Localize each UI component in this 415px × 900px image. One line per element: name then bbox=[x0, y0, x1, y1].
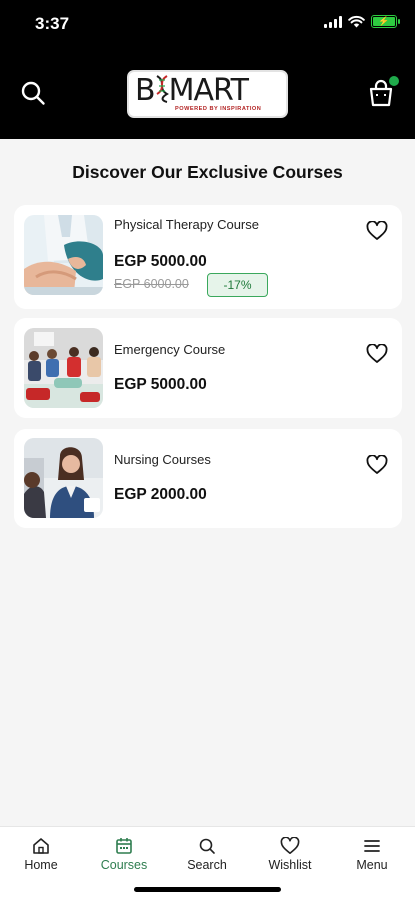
nav-wishlist[interactable]: Wishlist bbox=[255, 837, 325, 872]
nav-home[interactable]: Home bbox=[6, 837, 76, 872]
search-icon bbox=[199, 838, 215, 854]
course-card[interactable]: Emergency Course EGP 5000.00 bbox=[14, 318, 402, 418]
calendar-icon bbox=[116, 838, 132, 854]
course-card[interactable]: Physical Therapy Course EGP 5000.00 EGP … bbox=[14, 205, 402, 309]
heart-icon[interactable] bbox=[366, 221, 388, 241]
home-icon bbox=[33, 838, 49, 854]
emergency-training-photo bbox=[24, 328, 103, 408]
status-icons: ⚡ bbox=[324, 15, 400, 28]
nav-wishlist-label: Wishlist bbox=[268, 858, 312, 872]
course-price: EGP 2000.00 bbox=[114, 486, 207, 503]
course-title[interactable]: Physical Therapy Course bbox=[114, 217, 259, 232]
course-thumbnail[interactable] bbox=[24, 215, 103, 295]
heart-icon[interactable] bbox=[366, 455, 388, 475]
course-thumbnail[interactable] bbox=[24, 328, 103, 408]
menu-icon bbox=[364, 840, 380, 852]
home-indicator bbox=[134, 887, 281, 892]
course-card[interactable]: Nursing Courses EGP 2000.00 bbox=[14, 429, 402, 528]
nav-menu-label: Menu bbox=[356, 858, 388, 872]
page-title: Discover Our Exclusive Courses bbox=[72, 162, 343, 182]
heart-icon[interactable] bbox=[366, 344, 388, 364]
nursing-photo bbox=[24, 438, 103, 518]
physical-therapy-photo bbox=[24, 215, 103, 295]
app-header: 3:37 ⚡ B MART POWERED BY INSPIRATION bbox=[0, 0, 415, 139]
logo-wordmark: B MART bbox=[135, 73, 249, 108]
discount-badge: -17% bbox=[207, 273, 268, 297]
nav-search[interactable]: Search bbox=[172, 837, 242, 872]
search-icon[interactable] bbox=[20, 80, 46, 106]
nav-courses-label: Courses bbox=[100, 858, 148, 872]
course-title[interactable]: Nursing Courses bbox=[114, 452, 211, 467]
logo-tagline: POWERED BY INSPIRATION bbox=[175, 106, 262, 112]
wifi-icon bbox=[348, 15, 365, 28]
course-price: EGP 5000.00 bbox=[114, 376, 207, 393]
brand-logo[interactable]: B MART POWERED BY INSPIRATION bbox=[127, 70, 288, 118]
nav-home-label: Home bbox=[24, 858, 58, 872]
cart-badge bbox=[389, 76, 399, 86]
dna-icon bbox=[156, 75, 169, 103]
battery-icon: ⚡ bbox=[371, 15, 400, 28]
signal-icon bbox=[324, 15, 342, 28]
course-thumbnail[interactable] bbox=[24, 438, 103, 518]
heart-icon bbox=[280, 837, 300, 855]
nav-courses[interactable]: Courses bbox=[89, 837, 159, 872]
course-title[interactable]: Emergency Course bbox=[114, 342, 225, 357]
nav-search-label: Search bbox=[187, 858, 227, 872]
status-time: 3:37 bbox=[35, 14, 70, 33]
cart-button[interactable] bbox=[367, 76, 399, 108]
course-price: EGP 5000.00 bbox=[114, 253, 207, 270]
nav-menu[interactable]: Menu bbox=[337, 837, 407, 872]
course-old-price: EGP 6000.00 bbox=[114, 277, 189, 291]
